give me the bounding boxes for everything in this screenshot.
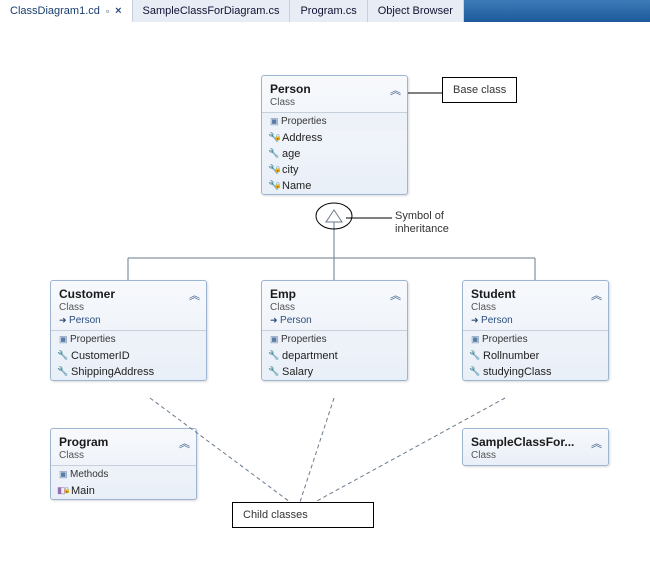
member-department[interactable]: department <box>262 348 407 364</box>
class-header: Program Class ︽ <box>51 429 196 465</box>
class-header: SampleClassFor... Class ︽ <box>463 429 608 465</box>
member-city[interactable]: city <box>262 162 407 178</box>
member-main[interactable]: Main <box>51 483 196 499</box>
class-person[interactable]: Person Class ︽ Properties Address age ci… <box>261 75 408 195</box>
section-properties: Properties department Salary <box>262 330 407 380</box>
tab-label: Object Browser <box>378 5 453 17</box>
collapse-icon[interactable]: ︽ <box>390 287 401 303</box>
class-student[interactable]: Student Class Person ︽ Properties Rollnu… <box>462 280 609 381</box>
class-sampleclass[interactable]: SampleClassFor... Class ︽ <box>462 428 609 466</box>
class-parent: Person <box>471 315 600 326</box>
collapse-icon[interactable]: ︽ <box>189 287 200 303</box>
note-inheritance: Symbol of inheritance <box>395 210 449 236</box>
section-header: Methods <box>51 466 196 483</box>
class-emp[interactable]: Emp Class Person ︽ Properties department… <box>261 280 408 381</box>
tab-bar: ClassDiagram1.cd ▫ × SampleClassForDiagr… <box>0 0 650 22</box>
tab-label: ClassDiagram1.cd <box>10 5 100 17</box>
class-parent: Person <box>270 315 399 326</box>
member-name[interactable]: Name <box>262 178 407 194</box>
section-header: Properties <box>51 331 206 348</box>
class-header: Emp Class Person ︽ <box>262 281 407 330</box>
class-customer[interactable]: Customer Class Person ︽ Properties Custo… <box>50 280 207 381</box>
class-kind: Class <box>59 450 188 461</box>
collapse-icon[interactable]: ︽ <box>390 82 401 98</box>
section-header: Properties <box>262 331 407 348</box>
section-properties: Properties Rollnumber studyingClass <box>463 330 608 380</box>
class-title: Person <box>270 82 399 96</box>
class-header: Person Class ︽ <box>262 76 407 112</box>
section-header: Properties <box>463 331 608 348</box>
section-header: Properties <box>262 113 407 130</box>
member-shippingaddress[interactable]: ShippingAddress <box>51 364 206 380</box>
close-icon[interactable]: × <box>115 5 121 17</box>
tab-label: Program.cs <box>300 5 356 17</box>
collapse-icon[interactable]: ︽ <box>591 287 602 303</box>
note-base-class: Base class <box>442 77 517 103</box>
class-header: Student Class Person ︽ <box>463 281 608 330</box>
pin-icon[interactable]: ▫ <box>106 6 109 16</box>
member-salary[interactable]: Salary <box>262 364 407 380</box>
class-program[interactable]: Program Class ︽ Methods Main <box>50 428 197 500</box>
class-title: Student <box>471 287 600 301</box>
member-address[interactable]: Address <box>262 130 407 146</box>
collapse-icon[interactable]: ︽ <box>591 435 602 451</box>
tab-sampleclass[interactable]: SampleClassForDiagram.cs <box>133 0 291 22</box>
collapse-icon[interactable]: ︽ <box>179 435 190 451</box>
class-title: Emp <box>270 287 399 301</box>
member-rollnumber[interactable]: Rollnumber <box>463 348 608 364</box>
class-kind: Class <box>270 302 399 313</box>
tab-label: SampleClassForDiagram.cs <box>143 5 280 17</box>
section-methods: Methods Main <box>51 465 196 499</box>
member-customerid[interactable]: CustomerID <box>51 348 206 364</box>
class-kind: Class <box>471 302 600 313</box>
member-studyingclass[interactable]: studyingClass <box>463 364 608 380</box>
class-kind: Class <box>471 450 600 461</box>
class-title: Program <box>59 435 188 449</box>
class-parent: Person <box>59 315 198 326</box>
tab-classdiagram[interactable]: ClassDiagram1.cd ▫ × <box>0 0 133 22</box>
member-age[interactable]: age <box>262 146 407 162</box>
section-properties: Properties Address age city Name <box>262 112 407 194</box>
class-title: SampleClassFor... <box>471 435 600 449</box>
diagram-canvas: ClassDiagram1.cd ▫ × SampleClassForDiagr… <box>0 0 650 569</box>
class-kind: Class <box>59 302 198 313</box>
note-child-classes: Child classes <box>232 502 374 528</box>
section-properties: Properties CustomerID ShippingAddress <box>51 330 206 380</box>
tab-objectbrowser[interactable]: Object Browser <box>368 0 464 22</box>
class-title: Customer <box>59 287 198 301</box>
class-kind: Class <box>270 97 399 108</box>
class-header: Customer Class Person ︽ <box>51 281 206 330</box>
tab-program[interactable]: Program.cs <box>290 0 367 22</box>
